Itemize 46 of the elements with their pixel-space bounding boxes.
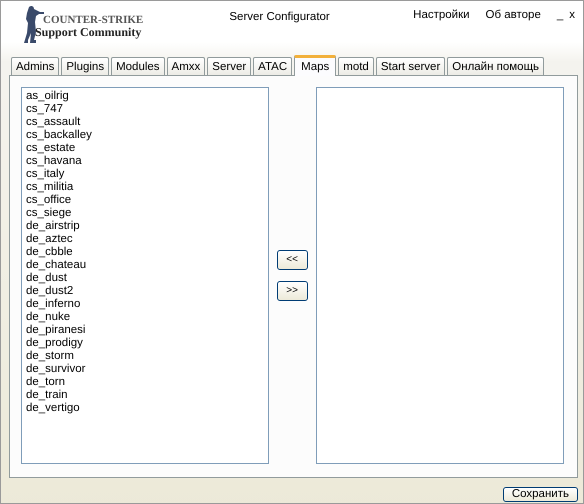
list-item[interactable]: de_inferno [26, 298, 264, 311]
move-left-button[interactable]: << [276, 250, 308, 270]
list-item[interactable]: cs_havana [26, 155, 264, 168]
list-item[interactable]: cs_siege [26, 207, 264, 220]
list-item[interactable]: de_dust [26, 272, 264, 285]
list-item[interactable]: de_vertigo [26, 402, 264, 415]
close-button[interactable]: x [569, 7, 575, 24]
tab[interactable]: Start server [376, 57, 446, 75]
list-item[interactable]: de_dust2 [26, 285, 264, 298]
move-right-button[interactable]: >> [276, 281, 308, 301]
tab[interactable]: ATAC [253, 57, 292, 75]
logo-subtitle: Support Community [35, 26, 142, 39]
list-item[interactable]: cs_747 [26, 103, 264, 116]
tab[interactable]: motd [338, 57, 374, 75]
list-item[interactable]: cs_office [26, 194, 264, 207]
list-item[interactable]: de_airstrip [26, 220, 264, 233]
tab[interactable]: Admins [11, 57, 60, 75]
logo-title: COUNTER-STRIKE [43, 15, 144, 26]
menu-link[interactable]: Настройки [413, 7, 470, 24]
available-maps-list[interactable] [21, 87, 269, 464]
list-item[interactable]: cs_estate [26, 142, 264, 155]
tab[interactable]: Онлайн помощь [447, 57, 544, 75]
save-button[interactable]: Сохранить [502, 487, 578, 502]
list-item[interactable]: de_chateau [26, 259, 264, 272]
list-item[interactable]: de_prodigy [26, 337, 264, 350]
list-item[interactable]: de_storm [26, 350, 264, 363]
list-item[interactable]: cs_italy [26, 168, 264, 181]
list-item[interactable]: cs_assault [26, 116, 264, 129]
tab[interactable]: Server [207, 57, 252, 75]
tab[interactable]: Maps [294, 55, 336, 76]
window-title: Server Configurator [229, 11, 330, 23]
minimize-button[interactable]: _ [556, 7, 564, 24]
list-item[interactable]: de_aztec [26, 233, 264, 246]
list-item[interactable]: de_cbble [26, 246, 264, 259]
tab[interactable]: Plugins [61, 57, 110, 75]
list-item[interactable]: de_piranesi [26, 324, 264, 337]
tab[interactable]: Amxx [166, 57, 206, 75]
list-item[interactable]: de_survivor [26, 363, 264, 376]
tab[interactable]: Modules [111, 57, 165, 75]
list-item[interactable]: de_torn [26, 376, 264, 389]
list-item[interactable]: as_oilrig [26, 90, 264, 103]
list-item[interactable]: cs_militia [26, 181, 264, 194]
menu-link[interactable]: Об авторе [486, 7, 541, 24]
list-item[interactable]: de_train [26, 389, 264, 402]
list-item[interactable]: cs_backalley [26, 129, 264, 142]
list-item[interactable]: de_nuke [26, 311, 264, 324]
